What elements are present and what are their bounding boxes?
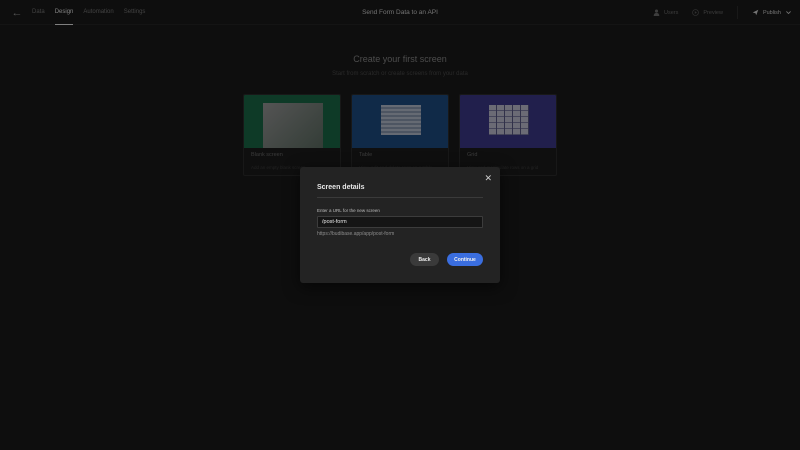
screen-url-input[interactable] — [317, 216, 483, 228]
continue-button[interactable]: Continue — [447, 253, 483, 266]
screen-details-modal: Screen details ✕ Enter a URL for the new… — [300, 167, 500, 283]
url-field-label: Enter a URL for the new screen — [317, 208, 380, 213]
modal-divider — [317, 197, 483, 198]
url-preview: https://budibase.app/app/post-form — [317, 231, 395, 237]
modal-title: Screen details — [317, 184, 365, 191]
back-button[interactable]: Back — [410, 253, 439, 266]
close-icon[interactable]: ✕ — [484, 173, 492, 184]
